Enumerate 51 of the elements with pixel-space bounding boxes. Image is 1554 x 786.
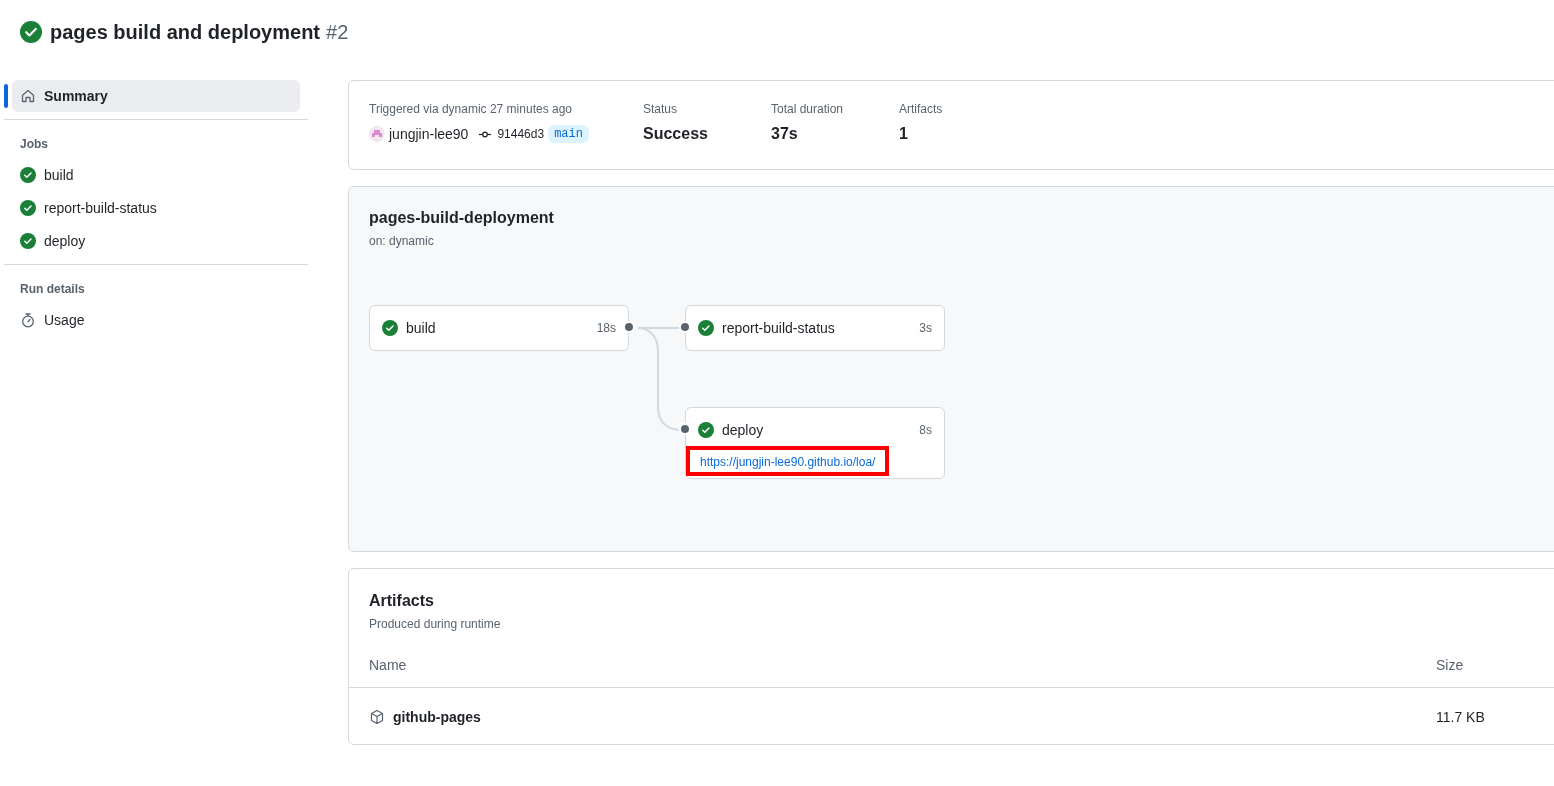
active-indicator: [4, 84, 8, 108]
success-check-icon: [382, 320, 398, 336]
success-check-icon: [20, 233, 36, 249]
run-details-heading: Run details: [19, 281, 86, 298]
home-icon: [20, 88, 36, 104]
commit-link[interactable]: 91446d3: [497, 127, 545, 141]
stat-label: Artifacts: [899, 102, 944, 116]
job-nav-item[interactable]: build: [12, 159, 300, 191]
column-header: Name: [369, 657, 408, 673]
trigger-text: Triggered via dynamic 27 minutes ago: [369, 102, 573, 116]
job-name: build: [406, 320, 437, 336]
stopwatch-icon: [20, 312, 36, 328]
actor-link[interactable]: jungjin-lee90: [389, 126, 469, 142]
success-check-icon: [20, 167, 36, 183]
avatar-icon: [369, 126, 385, 142]
workflow-name: pages-build-deployment: [369, 209, 555, 227]
job-node[interactable]: deploy 8s https://jungjin-lee90.github.io/loa/: [685, 407, 945, 479]
job-duration: 18s: [596, 321, 616, 335]
job-name: deploy: [722, 422, 765, 438]
job-node[interactable]: report-build-status 3s: [685, 305, 945, 351]
stat-value: 1: [899, 125, 909, 143]
usage-nav-item[interactable]: Usage: [12, 304, 300, 336]
job-nav-item[interactable]: deploy: [12, 225, 300, 257]
artifacts-subtitle: Produced during runtime: [369, 617, 502, 631]
summary-nav-item[interactable]: Summary: [12, 80, 300, 112]
stat-label: Status: [643, 102, 679, 116]
job-node[interactable]: build 18s: [369, 305, 629, 351]
package-icon: [369, 708, 385, 725]
artifact-size: 11.7 KB: [1436, 708, 1485, 725]
job-duration: 8s: [919, 423, 932, 437]
job-name: report-build-status: [722, 320, 836, 336]
connector-dot-icon: [679, 423, 691, 435]
branch-link[interactable]: main: [548, 125, 589, 143]
success-check-icon: [20, 200, 36, 216]
workflow-trigger: on: dynamic: [369, 234, 435, 248]
job-duration: 3s: [919, 321, 932, 335]
connector-dot-icon: [679, 321, 691, 333]
success-check-icon: [20, 21, 42, 43]
job-nav-item[interactable]: report-build-status: [12, 192, 300, 224]
stat-value: 37s: [771, 125, 799, 143]
stat-label: Total duration: [771, 102, 845, 116]
run-number: #2: [326, 20, 349, 44]
artifacts-title: Artifacts: [369, 592, 435, 610]
success-check-icon: [698, 320, 714, 336]
deployment-url-link[interactable]: https://jungjin-lee90.github.io/loa/: [700, 455, 876, 469]
stat-value: Success: [643, 125, 709, 143]
jobs-heading: Jobs: [19, 136, 49, 153]
success-check-icon: [698, 422, 714, 438]
artifact-link[interactable]: github-pages: [393, 708, 481, 725]
run-title: pages build and deployment: [50, 20, 321, 44]
column-header: Size: [1436, 657, 1464, 673]
